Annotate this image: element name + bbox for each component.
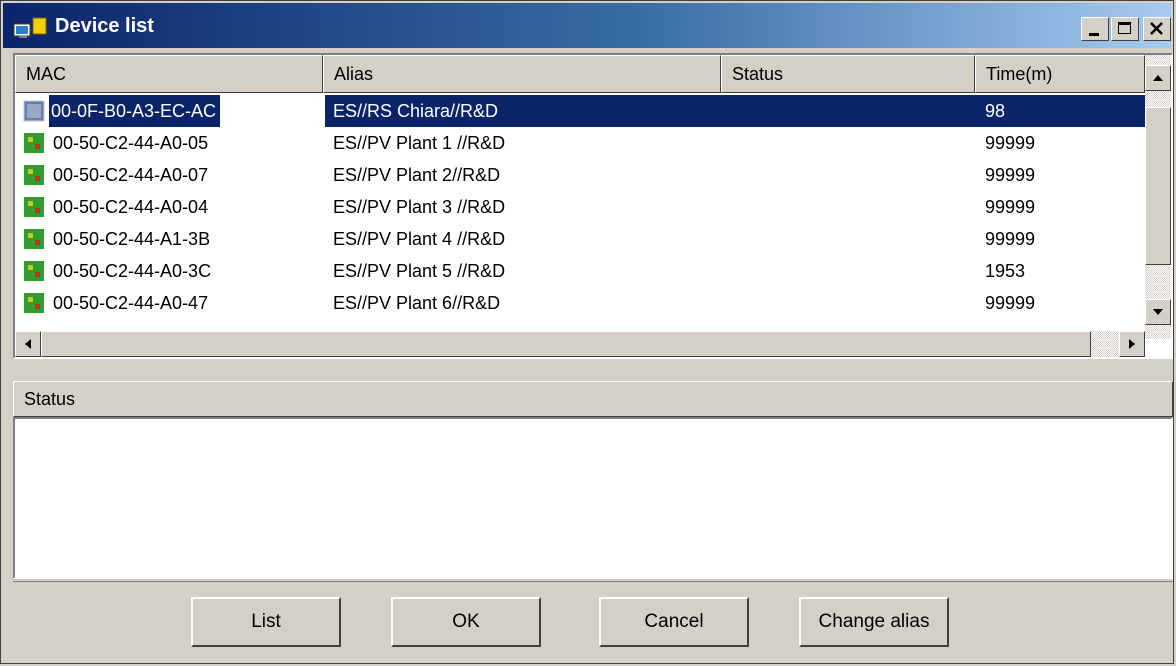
device-list[interactable]: MAC Alias Status Time(m) 00-0F-B0-A3-EC-…	[13, 53, 1173, 359]
mac-cell: 00-50-C2-44-A0-47	[53, 293, 209, 313]
minimize-icon	[1089, 33, 1099, 36]
alias-cell: ES//PV Plant 3 //R&D	[333, 197, 506, 217]
scroll-left-button[interactable]	[15, 331, 41, 357]
device-row[interactable]: 00-50-C2-44-A0-05 ES//PV Plant 1 //R&D 9…	[15, 127, 1145, 159]
maximize-button[interactable]	[1111, 17, 1139, 41]
status-cell	[721, 127, 729, 159]
scroll-down-button[interactable]	[1145, 299, 1171, 325]
status-cell	[721, 95, 729, 127]
generic-device-icon	[23, 100, 45, 122]
device-row[interactable]: 00-50-C2-44-A0-07 ES//PV Plant 2//R&D 99…	[15, 159, 1145, 191]
scroll-up-button[interactable]	[1145, 65, 1171, 91]
column-header-time[interactable]: Time(m)	[975, 55, 1145, 93]
close-icon	[1150, 22, 1163, 35]
close-button[interactable]	[1143, 17, 1171, 41]
time-cell: 99999	[985, 229, 1036, 249]
change-alias-button[interactable]: Change alias	[799, 597, 949, 647]
horizontal-scrollbar[interactable]	[15, 331, 1145, 357]
column-header-alias[interactable]: Alias	[323, 55, 721, 93]
alias-cell: ES//PV Plant 2//R&D	[333, 165, 501, 185]
window-title: Device list	[55, 15, 154, 37]
column-header-status[interactable]: Status	[721, 55, 975, 93]
mac-cell: 00-0F-B0-A3-EC-AC	[49, 95, 221, 127]
device-row[interactable]: 00-50-C2-44-A0-04 ES//PV Plant 3 //R&D 9…	[15, 191, 1145, 223]
time-cell: 99999	[985, 293, 1036, 313]
alias-cell: ES//PV Plant 1 //R&D	[333, 133, 506, 153]
alias-cell: ES//PV Plant 5 //R&D	[333, 261, 506, 281]
device-list-window: Device list MAC Alias Status Time(m) 00-…	[0, 0, 1174, 664]
button-bar	[13, 581, 1173, 664]
alias-cell: ES//PV Plant 6//R&D	[333, 293, 501, 313]
status-output[interactable]	[13, 417, 1173, 579]
green-device-icon	[24, 293, 44, 313]
device-row[interactable]: 00-50-C2-44-A0-47 ES//PV Plant 6//R&D 99…	[15, 287, 1145, 319]
alias-cell: ES//PV Plant 4 //R&D	[333, 229, 506, 249]
ok-button[interactable]: OK	[391, 597, 541, 647]
cancel-button[interactable]: Cancel	[599, 597, 749, 647]
mac-cell: 00-50-C2-44-A0-3C	[53, 261, 212, 281]
maximize-icon	[1118, 22, 1131, 34]
green-device-icon	[24, 165, 44, 185]
time-cell: 99999	[985, 197, 1036, 217]
arrow-down-icon	[1153, 309, 1163, 315]
status-cell	[721, 255, 729, 287]
title-bar[interactable]: Device list	[3, 3, 1171, 48]
alias-cell: ES//RS Chiara//R&D	[333, 101, 499, 121]
time-cell: 99999	[985, 165, 1036, 185]
arrow-right-icon	[1129, 339, 1135, 349]
status-cell	[721, 159, 729, 191]
green-device-icon	[24, 229, 44, 249]
green-device-icon	[24, 261, 44, 281]
time-cell: 98	[985, 101, 1006, 121]
status-cell	[721, 191, 729, 223]
vertical-scroll-thumb[interactable]	[1145, 107, 1171, 265]
arrow-left-icon	[25, 339, 31, 349]
scroll-right-button[interactable]	[1119, 331, 1145, 357]
horizontal-scroll-thumb[interactable]	[41, 331, 1091, 357]
network-devices-icon	[13, 17, 47, 38]
device-row-selected[interactable]: 00-0F-B0-A3-EC-AC ES//RS Chiara//R&D 98	[15, 95, 1145, 127]
status-label: Status	[13, 381, 1173, 417]
mac-cell: 00-50-C2-44-A1-3B	[53, 229, 211, 249]
list-button[interactable]: List	[191, 597, 341, 647]
mac-cell: 00-50-C2-44-A0-07	[53, 165, 209, 185]
device-row[interactable]: 00-50-C2-44-A1-3B ES//PV Plant 4 //R&D 9…	[15, 223, 1145, 255]
green-device-icon	[24, 133, 44, 153]
minimize-button[interactable]	[1081, 17, 1109, 41]
status-cell	[721, 287, 729, 319]
green-device-icon	[24, 197, 44, 217]
arrow-up-icon	[1153, 75, 1163, 81]
column-header-mac[interactable]: MAC	[15, 55, 323, 93]
mac-cell: 00-50-C2-44-A0-04	[53, 197, 209, 217]
time-cell: 1953	[985, 261, 1026, 281]
time-cell: 99999	[985, 133, 1036, 153]
vertical-scrollbar[interactable]	[1145, 55, 1171, 339]
device-rows: 00-0F-B0-A3-EC-AC ES//RS Chiara//R&D 98 …	[15, 93, 1145, 339]
status-cell	[721, 223, 729, 255]
mac-cell: 00-50-C2-44-A0-05	[53, 133, 209, 153]
device-row[interactable]: 00-50-C2-44-A0-3C ES//PV Plant 5 //R&D 1…	[15, 255, 1145, 287]
